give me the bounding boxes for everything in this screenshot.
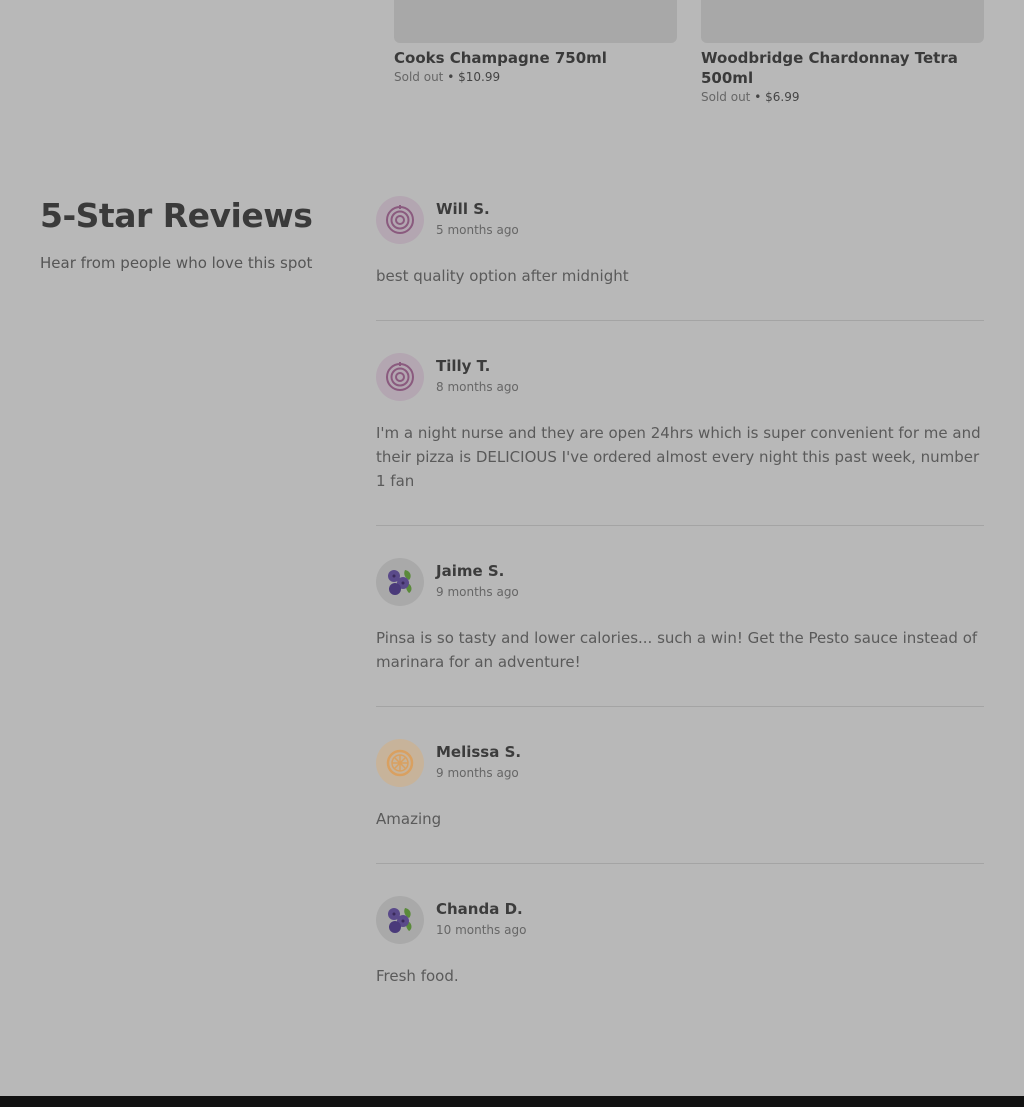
review-text: Amazing [376, 810, 442, 828]
review-time: 10 months ago [436, 923, 527, 937]
product-price: $10.99 [458, 70, 501, 84]
reviewer-name: Melissa S. [436, 743, 522, 761]
section-subtitle: Hear from people who love this spot [40, 254, 313, 272]
reviewer-name: Tilly T. [436, 357, 491, 375]
product-image[interactable] [394, 0, 677, 43]
product-status: Sold out [701, 90, 751, 104]
blueberry-icon [376, 558, 424, 606]
review-item: Jaime S. 9 months ago Pinsa is so tasty … [376, 558, 984, 707]
review-item: Melissa S. 9 months ago Amazing [376, 739, 984, 864]
review-text: I'm a night nurse and they are open 24hr… [376, 424, 981, 490]
review-time: 8 months ago [436, 380, 519, 394]
review-text: Fresh food. [376, 967, 459, 985]
reviewer-name: Will S. [436, 200, 490, 218]
target-icon [376, 353, 424, 401]
reviews-list: Will S. 5 months ago best quality option… [376, 196, 984, 1052]
product-meta: Sold out • $6.99 [701, 90, 984, 104]
product-status: Sold out [394, 70, 444, 84]
target-icon [376, 196, 424, 244]
separator: • [447, 70, 455, 84]
product-card[interactable]: Cooks Champagne 750ml Sold out • $10.99 [394, 0, 677, 84]
review-item: Chanda D. 10 months ago Fresh food. [376, 896, 984, 1020]
reviewer-name: Chanda D. [436, 900, 523, 918]
blueberry-icon [376, 896, 424, 944]
product-card[interactable]: Woodbridge Chardonnay Tetra 500ml Sold o… [701, 0, 984, 104]
review-item: Tilly T. 8 months ago I'm a night nurse … [376, 353, 984, 526]
product-name[interactable]: Woodbridge Chardonnay Tetra 500ml [701, 48, 984, 88]
review-time: 9 months ago [436, 585, 519, 599]
separator: • [754, 90, 762, 104]
product-image[interactable] [701, 0, 984, 43]
review-text: best quality option after midnight [376, 267, 629, 285]
review-item: Will S. 5 months ago best quality option… [376, 196, 984, 321]
product-name[interactable]: Cooks Champagne 750ml [394, 48, 677, 68]
review-text: Pinsa is so tasty and lower calories... … [376, 629, 978, 671]
footer-bar [0, 1096, 1024, 1107]
product-price: $6.99 [765, 90, 800, 104]
reviewer-name: Jaime S. [436, 562, 505, 580]
review-time: 9 months ago [436, 766, 519, 780]
review-time: 5 months ago [436, 223, 519, 237]
section-title: 5-Star Reviews [40, 196, 313, 235]
product-meta: Sold out • $10.99 [394, 70, 677, 84]
citrus-icon [376, 739, 424, 787]
